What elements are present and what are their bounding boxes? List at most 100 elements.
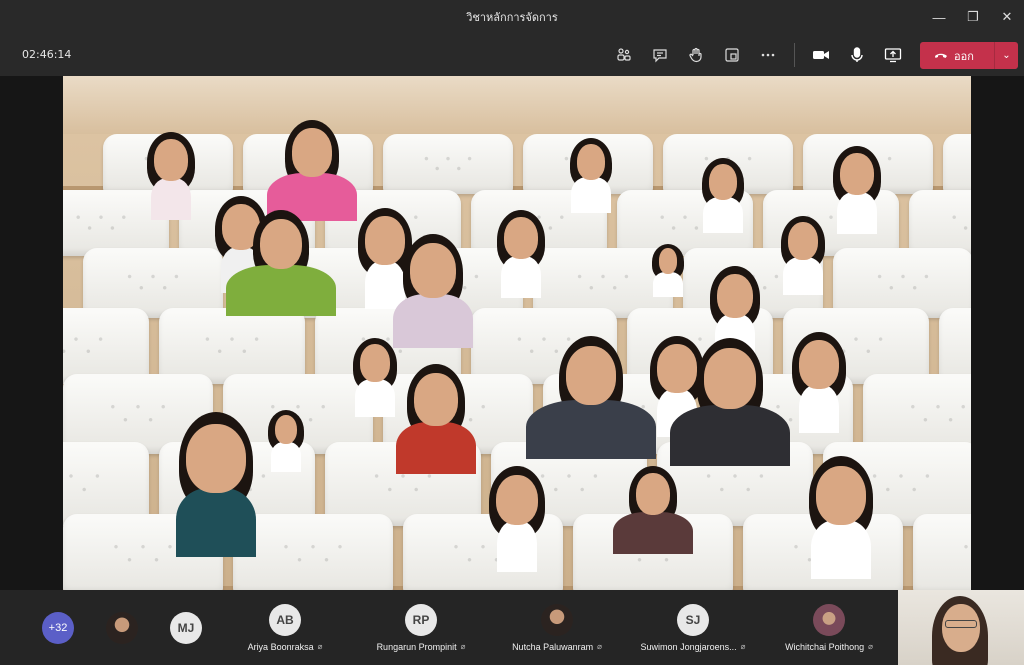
student-body [811,520,871,580]
share-screen-icon[interactable] [875,41,911,69]
student-video [145,132,197,220]
more-options-icon[interactable] [750,41,786,69]
more-participants[interactable]: +32 [40,590,76,665]
participant-photo-tile[interactable] [104,590,140,665]
auditorium-seat [913,514,971,590]
student-face [788,222,818,261]
close-icon[interactable]: ✕ [990,0,1024,34]
avatar [541,603,573,636]
student-face [816,466,866,525]
student-video [351,338,399,418]
student-body [393,293,473,349]
student-video [495,210,547,298]
student-face [504,217,538,260]
participant-name: Wichitchai Poithong [785,641,865,652]
participant-name: Suwimon Jongjaroens... [640,641,737,652]
meeting-stage [0,76,1024,590]
meeting-controls [606,41,911,69]
mic-off-icon: ⌀ [740,642,746,651]
student-face [186,423,246,494]
student-face [717,273,753,318]
student-face [709,164,737,200]
avatar [106,611,138,644]
hang-up-icon [935,53,947,58]
auditorium-seat [63,308,149,384]
participant-tile[interactable]: Nutcha Paluwanram ⌀ [494,590,620,665]
minimize-icon[interactable]: — [922,0,956,34]
avatar: AB [269,603,301,636]
student-face [414,373,458,426]
participant-tile[interactable]: RP Rungarun Promp​init ⌀ [358,590,484,665]
meeting-toolbar: 02:46:14 ออก ⌄ [0,34,1024,76]
camera-icon[interactable] [803,41,839,69]
leave-dropdown[interactable]: ⌄ [994,42,1018,69]
student-face [360,344,390,383]
rooms-icon[interactable] [714,41,750,69]
participant-name: Nutcha Paluwanram [512,641,594,652]
glasses-icon [945,620,977,628]
participant-mj[interactable]: MJ [168,590,204,665]
microphone-icon[interactable] [839,41,875,69]
student-video [226,210,336,316]
restore-icon[interactable]: ❐ [956,0,990,34]
student-face [260,218,302,270]
student-video [568,138,614,213]
participant-tile[interactable]: AB Ariya Boonraksa ⌀ [222,590,348,665]
student-video [526,336,656,460]
auditorium-seat [233,514,393,590]
student-body [396,421,476,474]
raise-hand-icon[interactable] [678,41,714,69]
student-body [613,512,693,554]
together-mode-auditorium [63,76,971,590]
participant-tile[interactable]: Wichitchai Poithong ⌀ [766,590,892,665]
student-video [807,456,875,580]
student-body [837,192,877,234]
student-video [393,234,473,349]
participants-icon[interactable] [606,41,642,69]
student-face [154,139,188,182]
student-body [271,442,301,472]
chat-icon[interactable] [642,41,678,69]
auditorium-seat [159,308,305,384]
student-video [176,412,256,558]
meeting-timer: 02:46:14 [22,48,72,61]
mic-off-icon: ⌀ [868,642,873,651]
student-face [292,128,332,177]
student-body [703,197,743,233]
title-bar: วิชาหลักการจัดการ — ❐ ✕ [0,0,1024,34]
avatar [813,603,845,636]
student-face [275,415,297,445]
window-title: วิชาหลักการจัดการ [466,12,558,24]
student-face [659,248,677,274]
student-face [840,153,874,196]
self-view-video[interactable] [898,590,1024,665]
student-video [790,332,848,434]
participant-name: Rungarun Promp​init [376,641,457,652]
student-body [799,384,839,434]
participant-tile[interactable]: SJ Suwimon Jongjaroens... ⌀ [630,590,756,665]
more-participants-badge[interactable]: +32 [42,611,74,644]
auditorium-wall [63,76,971,134]
student-body [497,521,537,572]
auditorium-seat [939,308,971,384]
student-body [176,487,256,558]
student-video [700,158,746,233]
mic-off-icon: ⌀ [317,642,323,651]
leave-main[interactable]: ออก [920,47,994,65]
student-video [779,216,827,296]
student-body [670,404,790,466]
student-face [566,346,616,405]
student-body [226,265,336,316]
student-video [831,146,883,234]
mic-off-icon: ⌀ [460,642,466,651]
student-face [577,144,605,180]
student-body [355,379,395,418]
student-video [670,338,790,466]
leave-button[interactable]: ออก ⌄ [920,42,1018,69]
student-body [653,271,683,297]
student-body [783,257,823,296]
student-face [496,474,538,526]
student-video [396,364,476,474]
student-video [267,120,357,222]
student-video [266,410,306,472]
